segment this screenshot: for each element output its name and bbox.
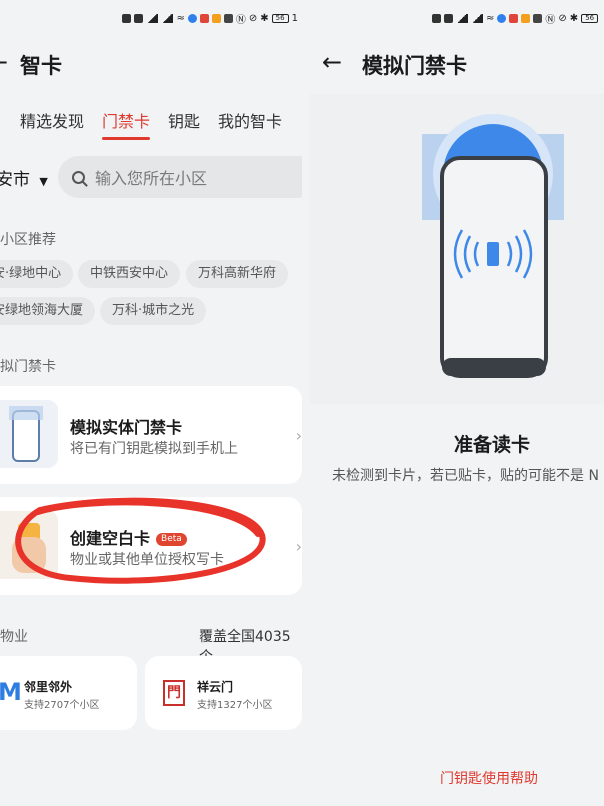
- nfc-status-icon: [122, 14, 132, 23]
- partner-card[interactable]: 門 祥云门 支持1327个小区: [145, 656, 302, 730]
- mute-icon: ⊘: [248, 13, 258, 24]
- status-bar: ≈ Ⓝ ⊘ ✱ 56 1: [0, 0, 302, 36]
- nfc-status-icon: [432, 14, 441, 23]
- left-panel: ≈ Ⓝ ⊘ ✱ 56 1 ← 智卡 精选发现 门禁卡 钥匙 我的智卡 安市 ▼ …: [0, 0, 302, 806]
- search-placeholder: 输入您所在小区: [95, 169, 208, 188]
- phone-card-icon: [0, 400, 58, 468]
- help-link[interactable]: 门钥匙使用帮助: [440, 768, 538, 788]
- partner-logo-icon: M: [0, 678, 22, 706]
- battery-icon: 56: [581, 14, 599, 23]
- partner-sub: 支持2707个小区: [24, 700, 100, 711]
- ready-title: 准备读卡: [453, 434, 530, 456]
- community-chip[interactable]: 万科高新华府: [186, 260, 289, 288]
- app-notification-icon-2: [509, 14, 519, 23]
- community-chip[interactable]: 中铁西安中心: [78, 260, 181, 288]
- tab-my-cards[interactable]: 我的智卡: [218, 108, 282, 132]
- app-notification-icon-3: [521, 14, 531, 23]
- partner-name: 祥云门: [197, 680, 234, 694]
- city-label: 安市: [0, 170, 30, 190]
- app-notification-icon: [497, 14, 507, 23]
- nfc-illustration: [310, 94, 604, 404]
- wifi-icon: ≈: [176, 13, 185, 24]
- page-title: 智卡: [20, 54, 62, 78]
- simulate-physical-card[interactable]: 模拟实体门禁卡 将已有门钥匙模拟到手机上 ›: [0, 386, 302, 484]
- partner-sub: 支持1327个小区: [197, 700, 273, 711]
- community-chip[interactable]: 安·绿地中心: [0, 260, 74, 288]
- property-label: 物业: [0, 629, 28, 645]
- signal-icon: [456, 14, 468, 23]
- ready-subtitle: 未检测到卡片，若已贴卡，贴的可能不是 N: [332, 468, 599, 484]
- card-title: 模拟实体门禁卡: [70, 418, 183, 437]
- nfc-icon: Ⓝ: [545, 15, 556, 26]
- nfc-icon: Ⓝ: [235, 15, 246, 26]
- tab-keys[interactable]: 钥匙: [168, 108, 200, 132]
- wifi-icon: ≈: [486, 13, 495, 24]
- community-chip[interactable]: 万科·城市之光: [100, 297, 207, 325]
- partner-card[interactable]: M 邻里邻外 支持2707个小区: [0, 656, 137, 730]
- page-title: 模拟门禁卡: [362, 54, 467, 78]
- back-arrow-icon[interactable]: ←: [0, 48, 8, 76]
- status-time: 1: [291, 13, 298, 24]
- tab-featured[interactable]: 精选发现: [20, 108, 84, 132]
- app-notification-icon-3: [211, 14, 221, 23]
- card-subtitle: 将已有门钥匙模拟到手机上: [70, 441, 238, 457]
- bluetooth-icon: ✱: [569, 13, 579, 24]
- recommend-label: 小区推荐: [0, 232, 56, 248]
- status-bar: ≈ Ⓝ ⊘ ✱ 56: [302, 0, 604, 36]
- caret-down-icon: ▼: [39, 175, 48, 188]
- sim-status-icon: [134, 14, 144, 23]
- sim-status-icon: [444, 14, 453, 23]
- message-icon: [533, 14, 543, 23]
- signal-icon-2: [471, 14, 483, 23]
- search-icon: [72, 170, 85, 184]
- search-input[interactable]: 输入您所在小区: [58, 156, 302, 198]
- community-chip[interactable]: 安绿地领海大厦: [0, 297, 96, 325]
- signal-icon-2: [161, 14, 174, 23]
- battery-icon: 56: [271, 14, 289, 23]
- app-notification-icon-2: [199, 14, 209, 23]
- tab-bar: 精选发现 门禁卡 钥匙 我的智卡: [20, 108, 282, 140]
- message-icon: [223, 14, 233, 23]
- partner-logo-icon: 門: [163, 680, 185, 706]
- simulate-section-label: 拟门禁卡: [0, 359, 56, 375]
- annotation-circle: [15, 497, 266, 584]
- partner-name: 邻里邻外: [24, 680, 73, 694]
- right-panel: ≈ Ⓝ ⊘ ✱ 56 ← 模拟门禁卡 准备读卡 未检测到卡片，若已贴卡，贴的可能…: [302, 0, 604, 806]
- mute-icon: ⊘: [558, 13, 567, 24]
- app-notification-icon: [187, 14, 197, 23]
- tab-access-card[interactable]: 门禁卡: [102, 108, 151, 140]
- back-arrow-icon[interactable]: ←: [322, 48, 342, 76]
- bluetooth-icon: ✱: [260, 13, 269, 24]
- city-selector[interactable]: 安市 ▼: [0, 165, 48, 190]
- signal-icon: [146, 14, 159, 23]
